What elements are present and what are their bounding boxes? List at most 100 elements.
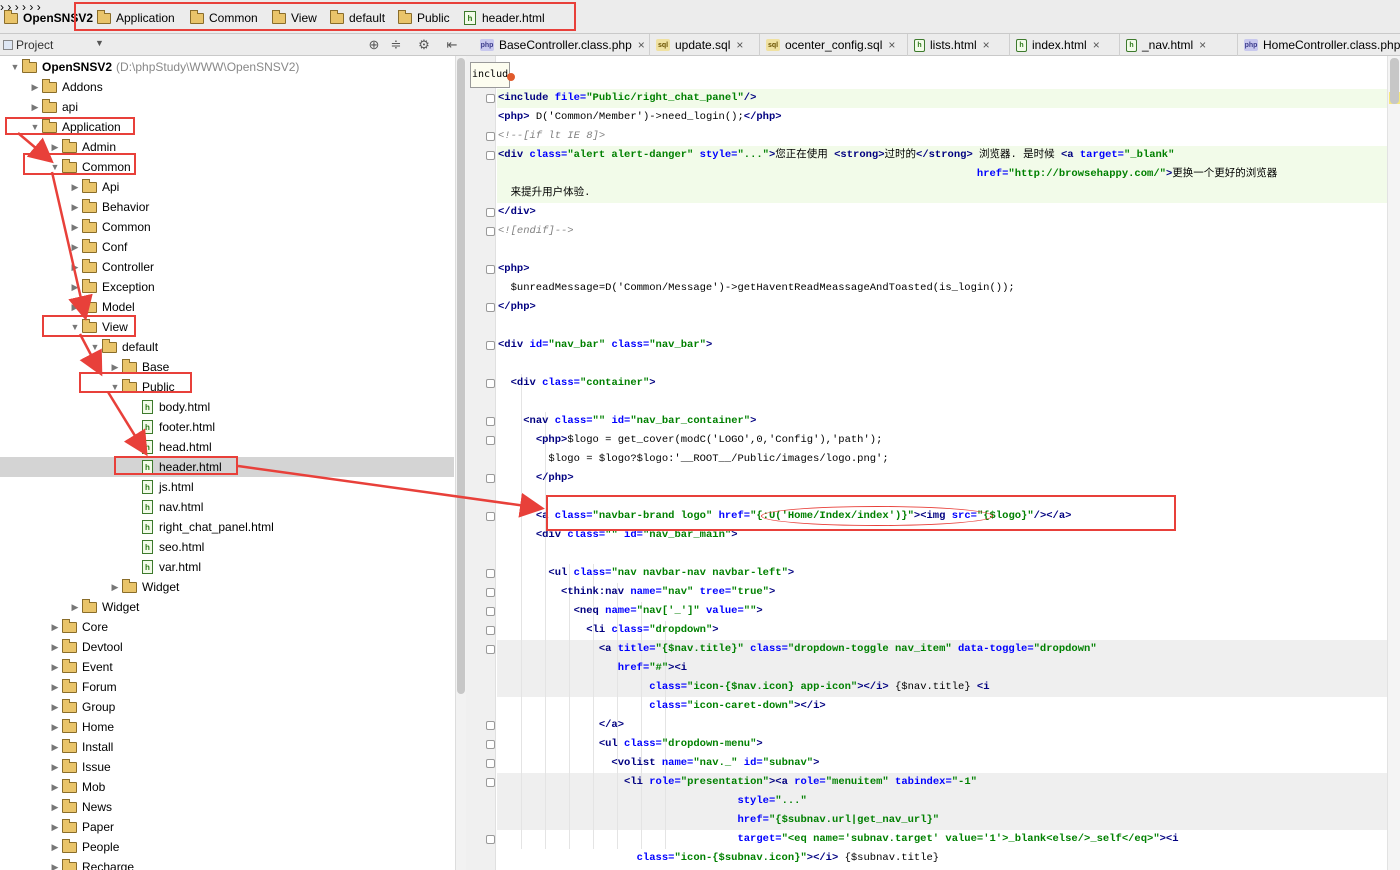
tree-folder-item[interactable]: ▼ Public [0, 377, 454, 397]
tree-folder-item[interactable]: ▶ Widget [0, 577, 454, 597]
collapsed-arrow-icon[interactable]: ▶ [68, 202, 82, 213]
collapsed-arrow-icon[interactable]: ▶ [48, 862, 62, 870]
tree-file-item[interactable]: h nav.html [0, 497, 454, 517]
tree-folder-item[interactable]: ▶ Addons [0, 77, 454, 97]
tree-folder-item[interactable]: ▶ Install [0, 737, 454, 757]
collapsed-arrow-icon[interactable]: ▶ [68, 302, 82, 313]
collapsed-arrow-icon[interactable]: ▶ [48, 742, 62, 753]
collapsed-arrow-icon[interactable]: ▶ [48, 642, 62, 653]
tree-folder-item[interactable]: ▼ default [0, 337, 454, 357]
tree-file-item[interactable]: h body.html [0, 397, 454, 417]
close-tab-icon[interactable]: × [1199, 38, 1206, 52]
tree-folder-item[interactable]: ▶ Devtool [0, 637, 454, 657]
tree-folder-item[interactable]: ▶ Controller [0, 257, 454, 277]
collapsed-arrow-icon[interactable]: ▶ [68, 262, 82, 273]
editor-tab[interactable]: sql update.sql × [650, 34, 760, 56]
collapsed-arrow-icon[interactable]: ▶ [48, 142, 62, 153]
collapsed-arrow-icon[interactable]: ▶ [68, 602, 82, 613]
scrollbar-thumb[interactable] [457, 58, 465, 694]
target-icon[interactable]: ⊕ [366, 37, 382, 53]
tree-folder-item[interactable]: ▶ Issue [0, 757, 454, 777]
fold-marker-icon[interactable] [486, 379, 495, 388]
collapsed-arrow-icon[interactable]: ▶ [48, 702, 62, 713]
fold-marker-icon[interactable] [486, 778, 495, 787]
tree-file-item[interactable]: h footer.html [0, 417, 454, 437]
close-tab-icon[interactable]: × [638, 38, 645, 52]
tree-folder-item[interactable]: ▶ Event [0, 657, 454, 677]
tree-file-item[interactable]: h js.html [0, 477, 454, 497]
gear-icon[interactable]: ⚙ [416, 37, 432, 53]
tree-folder-item[interactable]: ▶ Widget [0, 597, 454, 617]
tree-folder-item[interactable]: ▶ Common [0, 217, 454, 237]
fold-marker-icon[interactable] [486, 303, 495, 312]
collapsed-arrow-icon[interactable]: ▶ [48, 662, 62, 673]
tree-folder-item[interactable]: ▶ Group [0, 697, 454, 717]
structure-breadcrumb-chip[interactable]: includ [470, 62, 510, 88]
collapsed-arrow-icon[interactable]: ▶ [48, 802, 62, 813]
fold-marker-icon[interactable] [486, 151, 495, 160]
tree-folder-item[interactable]: ▶ Core [0, 617, 454, 637]
tree-folder-item[interactable]: ▶ Recharge [0, 857, 454, 870]
tree-folder-item[interactable]: ▶ Paper [0, 817, 454, 837]
collapsed-arrow-icon[interactable]: ▶ [28, 82, 42, 93]
fold-marker-icon[interactable] [486, 626, 495, 635]
editor-tab[interactable]: h _nav.html × [1120, 34, 1238, 56]
collapsed-arrow-icon[interactable]: ▶ [68, 282, 82, 293]
fold-marker-icon[interactable] [486, 512, 495, 521]
fold-marker-icon[interactable] [486, 607, 495, 616]
tree-file-item[interactable]: h seo.html [0, 537, 454, 557]
close-tab-icon[interactable]: × [736, 38, 743, 52]
tree-folder-item[interactable]: ▶ People [0, 837, 454, 857]
fold-marker-icon[interactable] [486, 835, 495, 844]
fold-marker-icon[interactable] [486, 436, 495, 445]
tree-folder-item[interactable]: ▶ Base [0, 357, 454, 377]
tree-file-item[interactable]: h var.html [0, 557, 454, 577]
collapse-icon[interactable]: ≑ [388, 37, 404, 53]
collapsed-arrow-icon[interactable]: ▶ [68, 182, 82, 193]
tree-folder-item[interactable]: ▶ Forum [0, 677, 454, 697]
collapsed-arrow-icon[interactable]: ▶ [48, 682, 62, 693]
editor-tab[interactable]: php BaseController.class.php × [474, 34, 650, 56]
tree-root[interactable]: ▼ OpenSNSV2 (D:\phpStudy\WWW\OpenSNSV2) [0, 57, 454, 77]
fold-marker-icon[interactable] [486, 588, 495, 597]
fold-marker-icon[interactable] [486, 132, 495, 141]
collapsed-arrow-icon[interactable]: ▶ [68, 242, 82, 253]
code-editor[interactable]: includ <include file="Public/right_chat_… [466, 56, 1400, 870]
hide-panel-icon[interactable]: ⇤ [444, 37, 460, 53]
editor-tab[interactable]: sql ocenter_config.sql × [760, 34, 908, 56]
tree-folder-item[interactable]: ▶ Model [0, 297, 454, 317]
collapsed-arrow-icon[interactable]: ▶ [108, 582, 122, 593]
collapsed-arrow-icon[interactable]: ▶ [68, 222, 82, 233]
fold-marker-icon[interactable] [486, 341, 495, 350]
collapsed-arrow-icon[interactable]: ▶ [108, 362, 122, 373]
chevron-down-icon[interactable]: ▼ [95, 38, 104, 48]
collapsed-arrow-icon[interactable]: ▶ [48, 622, 62, 633]
fold-marker-icon[interactable] [486, 759, 495, 768]
fold-marker-icon[interactable] [486, 94, 495, 103]
tree-folder-item[interactable]: ▶ Behavior [0, 197, 454, 217]
tree-folder-item[interactable]: ▶ Conf [0, 237, 454, 257]
project-view-selector[interactable]: Project [16, 38, 53, 52]
close-tab-icon[interactable]: × [1093, 38, 1100, 52]
collapsed-arrow-icon[interactable]: ▶ [48, 782, 62, 793]
close-tab-icon[interactable]: × [983, 38, 990, 52]
fold-marker-icon[interactable] [486, 227, 495, 236]
tree-folder-item[interactable]: ▶ News [0, 797, 454, 817]
collapsed-arrow-icon[interactable]: ▶ [48, 842, 62, 853]
tree-file-item[interactable]: h right_chat_panel.html [0, 517, 454, 537]
expanded-arrow-icon[interactable]: ▼ [8, 62, 22, 72]
collapsed-arrow-icon[interactable]: ▶ [48, 762, 62, 773]
collapsed-arrow-icon[interactable]: ▶ [48, 822, 62, 833]
tree-file-item[interactable]: h head.html [0, 437, 454, 457]
tree-scrollbar[interactable] [455, 56, 466, 870]
tree-folder-item[interactable]: ▶ Api [0, 177, 454, 197]
fold-marker-icon[interactable] [486, 208, 495, 217]
tree-folder-item[interactable]: ▶ Mob [0, 777, 454, 797]
fold-marker-icon[interactable] [486, 417, 495, 426]
collapsed-arrow-icon[interactable]: ▶ [48, 722, 62, 733]
scrollbar-thumb[interactable] [1390, 58, 1399, 104]
editor-tab[interactable]: h lists.html × [908, 34, 1010, 56]
expanded-arrow-icon[interactable]: ▼ [88, 342, 102, 352]
editor-scrollbar[interactable] [1387, 56, 1400, 870]
fold-marker-icon[interactable] [486, 740, 495, 749]
